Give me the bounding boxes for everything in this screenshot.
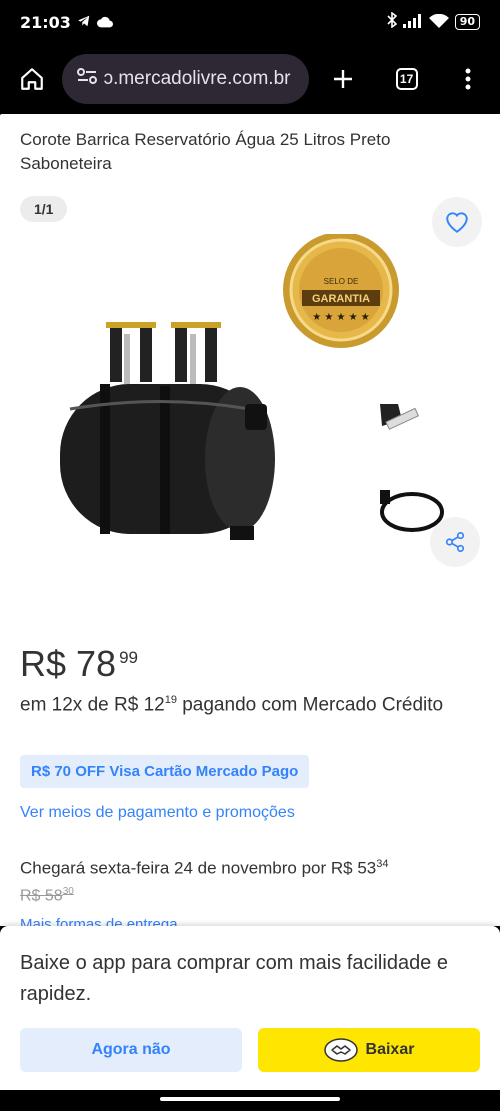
cloud-icon	[96, 13, 113, 32]
product-page: Corote Barrica Reservatório Água 25 Litr…	[0, 114, 500, 926]
tank-brackets	[106, 322, 221, 384]
product-title: Corote Barrica Reservatório Água 25 Litr…	[20, 130, 391, 173]
share-icon	[445, 532, 465, 552]
site-settings-icon[interactable]	[76, 67, 98, 91]
installments-info: em 12x de R$ 1219 pagando com Mercado Cr…	[20, 688, 460, 717]
price-cents: 99	[119, 648, 138, 667]
water-tank	[60, 384, 275, 540]
heart-icon	[446, 212, 468, 233]
address-bar[interactable]: ɔ.mercadolivre.com.br	[61, 54, 310, 104]
image-counter: 1/1	[20, 196, 68, 222]
app-download-banner: Baixe o app para comprar com mais facili…	[0, 926, 500, 1090]
product-image[interactable]: SELO DE GARANTIA ★ ★ ★ ★ ★	[40, 234, 480, 554]
promo-badge: R$ 70 OFF Visa Cartão Mercado Pago	[20, 755, 310, 788]
installments-cents: 19	[164, 694, 177, 706]
shipping-info: Chegará sexta-feira 24 de novembro por R…	[20, 858, 389, 879]
battery-indicator: 90	[454, 14, 480, 30]
download-button[interactable]: Baixar	[258, 1028, 480, 1072]
url-text: ɔ.mercadolivre.com.br	[103, 68, 291, 89]
old-shipping-price: R$ 5830	[20, 886, 74, 905]
old-shipping-cents: 30	[62, 886, 74, 897]
installments-suffix: pagando com Mercado Crédito	[176, 694, 444, 716]
bluetooth-icon	[387, 11, 397, 32]
old-shipping-main: R$ 58	[20, 887, 63, 905]
browser-toolbar: ɔ.mercadolivre.com.br 17	[0, 44, 500, 114]
wifi-icon	[428, 13, 449, 32]
new-tab-button[interactable]	[323, 59, 363, 99]
more-vert-icon	[465, 68, 471, 90]
seal-text-main: GARANTIA	[312, 293, 370, 305]
tab-switcher-button[interactable]: 17	[387, 59, 427, 99]
payment-methods-link[interactable]: Ver meios de pagamento e promoções	[20, 804, 295, 822]
gesture-nav-bar	[0, 1090, 500, 1111]
price: R$ 78 99	[20, 644, 138, 684]
tank-accessories	[380, 404, 444, 532]
home-icon	[20, 68, 43, 90]
plus-icon	[334, 70, 353, 88]
tab-count: 17	[395, 68, 418, 90]
signal-icon	[402, 13, 423, 32]
home-indicator[interactable]	[160, 1097, 340, 1101]
shipping-text: Chegará sexta-feira 24 de novembro por R…	[20, 858, 377, 878]
telegram-icon	[77, 13, 91, 32]
more-shipping-link[interactable]: Mais formas de entrega	[20, 916, 178, 926]
installments-prefix: em 12x de R$ 12	[20, 694, 165, 716]
handshake-icon	[323, 1038, 358, 1062]
warranty-seal: SELO DE GARANTIA ★ ★ ★ ★ ★	[283, 234, 399, 348]
svg-text:★ ★ ★ ★ ★: ★ ★ ★ ★ ★	[312, 312, 370, 323]
menu-button[interactable]	[448, 59, 488, 99]
home-button[interactable]	[12, 59, 52, 99]
download-label: Baixar	[365, 1041, 415, 1058]
banner-message: Baixe o app para comprar com mais facili…	[20, 952, 448, 1005]
price-main: R$ 78	[20, 643, 117, 684]
status-bar: 21:03 90	[0, 0, 500, 44]
shipping-cents: 34	[376, 858, 389, 870]
seal-text-top: SELO DE	[324, 277, 359, 286]
share-button[interactable]	[430, 517, 480, 567]
status-time: 21:03	[20, 12, 71, 32]
not-now-button[interactable]: Agora não	[20, 1028, 242, 1072]
